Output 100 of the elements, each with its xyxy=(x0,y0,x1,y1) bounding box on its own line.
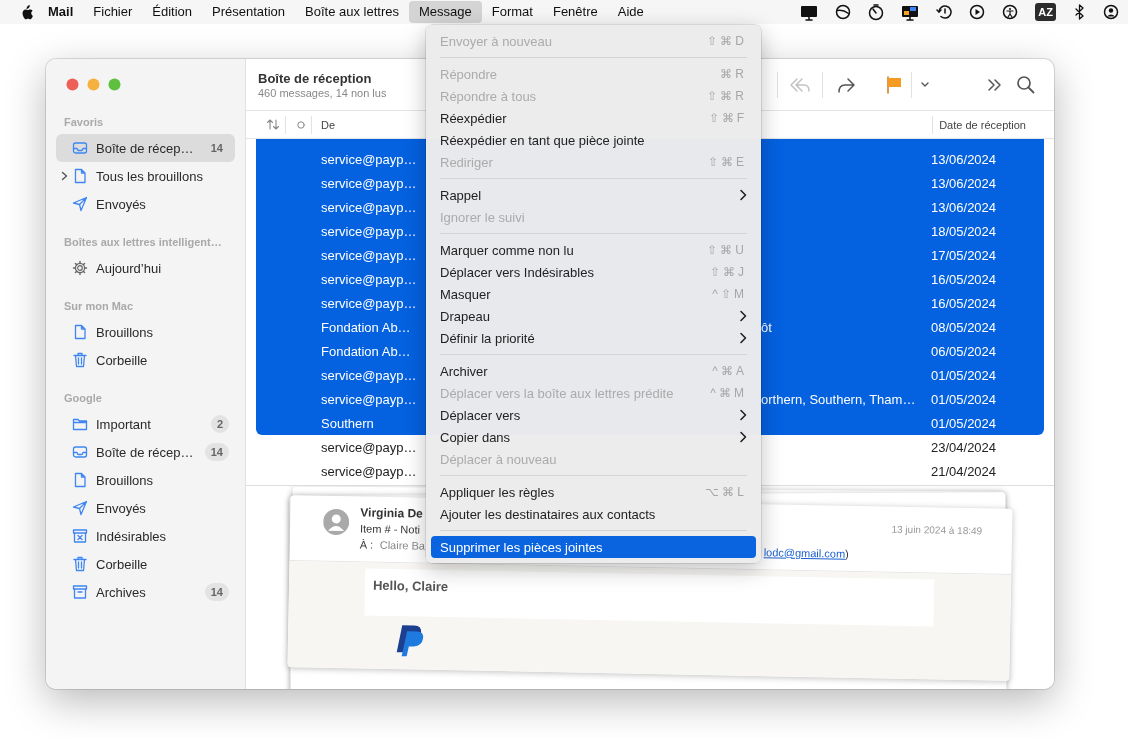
menu-item[interactable]: Réexpédier en tant que pièce jointe xyxy=(431,129,756,151)
timer-icon[interactable] xyxy=(868,3,885,21)
unread-count: 2 xyxy=(210,415,229,433)
sidebar-item[interactable]: Brouillons xyxy=(56,466,235,494)
date-cell: 21/04/2024 xyxy=(931,463,997,479)
sidebar-item[interactable]: Important 2 xyxy=(56,410,235,438)
menu-title[interactable]: Fichier xyxy=(83,1,143,23)
sidebar-item[interactable]: Envoyés xyxy=(56,190,235,218)
sender-cell: service@payp… xyxy=(321,247,417,263)
date-cell: 23/04/2024 xyxy=(931,439,997,455)
document-icon xyxy=(72,168,88,184)
apple-icon[interactable] xyxy=(20,3,34,21)
sidebar-item[interactable]: Archives 14 xyxy=(56,578,235,606)
unread-column-icon[interactable] xyxy=(297,120,305,129)
menu-item[interactable]: Drapeau xyxy=(431,305,756,327)
menu-item: Envoyer à nouveau ⇧⌘D xyxy=(439,32,748,51)
date-cell: 13/06/2024 xyxy=(931,175,997,191)
menu-item[interactable]: Appliquer les règles ⌥⌘L xyxy=(431,481,756,503)
menu-title[interactable]: Message xyxy=(409,1,482,23)
sidebar-item[interactable]: Brouillons xyxy=(56,318,235,346)
sidebar-item[interactable]: Aujourd’hui xyxy=(56,254,235,282)
date-cell: 01/05/2024 xyxy=(931,415,997,431)
menu-item: Déplacer vers la boîte aux lettres prédite ^⌘M xyxy=(439,384,748,403)
menu-item: Déplacer à nouveau xyxy=(439,450,558,469)
keyboard-shortcut: ⇧⌘J xyxy=(710,265,747,279)
menu-item[interactable]: Archiver ^⌘A xyxy=(431,360,756,382)
menu-item: Répondre ⌘R xyxy=(439,65,748,84)
menu-title[interactable]: Aide xyxy=(607,1,654,23)
sidebar-item[interactable]: Indésirables xyxy=(56,522,235,550)
keyboard-shortcut: ⇧⌘D xyxy=(707,34,747,48)
menu-title[interactable]: Édition xyxy=(142,1,203,23)
menu-title[interactable]: Présentation xyxy=(202,1,296,23)
keyboard-shortcut: ⌥⌘L xyxy=(705,485,747,499)
sender-cell: service@payp… xyxy=(321,199,417,215)
menu-item[interactable]: Masquer ^⇧M xyxy=(431,283,756,305)
column-header[interactable]: Date de réception xyxy=(939,118,1026,131)
sender-cell: Fondation Ab… xyxy=(321,343,411,359)
sender-cell: Southern xyxy=(321,415,374,431)
menu-item[interactable]: Supprimer les pièces jointes xyxy=(431,536,756,558)
recipient-name: Claire Ba xyxy=(379,538,426,552)
section-header: Sur mon Mac xyxy=(64,299,135,314)
keyboard-shortcut: ⇧⌘F xyxy=(708,111,747,125)
menu-item[interactable]: Marquer comme non lu ⇧⌘U xyxy=(431,239,756,261)
message-count: 460 messages, 14 non lus xyxy=(258,86,387,99)
chevron-icon[interactable] xyxy=(60,171,69,181)
message-subject: Item # - Noti xyxy=(359,521,421,538)
search-icon[interactable] xyxy=(1016,75,1035,94)
user-icon[interactable] xyxy=(1103,4,1119,20)
sidebar-item[interactable]: Corbeille xyxy=(56,346,235,374)
sort-icon[interactable] xyxy=(266,118,280,131)
greeting-text: Hello, Claire xyxy=(364,568,935,627)
display-icon[interactable] xyxy=(800,3,819,21)
folder-icon xyxy=(72,416,88,432)
sidebar-item[interactable]: Boîte de récep… 14 xyxy=(56,438,235,466)
date-cell: 01/05/2024 xyxy=(931,391,997,407)
paper-plane-icon xyxy=(72,500,88,516)
keyboard-shortcut: ⌘R xyxy=(720,67,747,81)
column-header[interactable]: De xyxy=(321,118,336,131)
sidebar-item[interactable]: Corbeille xyxy=(56,550,235,578)
mailbox-title: Boîte de réception xyxy=(258,70,372,86)
keyboard-shortcut: ^⇧M xyxy=(712,287,747,301)
date-cell: 01/05/2024 xyxy=(931,367,997,383)
subject-cell: ôt xyxy=(761,319,772,335)
message-date: 13 juin 2024 à 18:49 xyxy=(891,523,983,537)
history-icon[interactable] xyxy=(936,4,953,20)
close-button[interactable] xyxy=(66,78,79,91)
circle-icon[interactable] xyxy=(835,4,852,20)
menu-item[interactable]: Déplacer vers Indésirables ⇧⌘J xyxy=(431,261,756,283)
gear-icon xyxy=(72,260,88,276)
menu-item[interactable]: Ajouter les destinataires aux contacts xyxy=(431,503,756,525)
sender-cell: Fondation Ab… xyxy=(321,319,411,335)
menu-item[interactable]: Réexpédier ⇧⌘F xyxy=(431,107,756,129)
subject-cell: orthern, Southern, Tham… xyxy=(761,391,916,407)
menu-item[interactable]: Copier dans xyxy=(431,426,756,448)
date-cell: 16/05/2024 xyxy=(931,295,997,311)
bluetooth-icon[interactable] xyxy=(1073,4,1086,20)
date-cell: 08/05/2024 xyxy=(931,319,997,335)
date-cell: 17/05/2024 xyxy=(931,247,997,263)
screen-icon[interactable] xyxy=(901,3,920,21)
menu-title[interactable]: Format xyxy=(481,1,543,23)
menu-item[interactable]: Rappel xyxy=(431,184,756,206)
app-menu[interactable]: Mail xyxy=(34,1,84,23)
accessibility-icon[interactable] xyxy=(1002,4,1019,20)
play-icon[interactable] xyxy=(969,4,986,20)
date-cell: 18/05/2024 xyxy=(931,223,997,239)
sidebar-item[interactable]: Envoyés xyxy=(56,494,235,522)
sidebar-item[interactable]: Boîte de récep… 14 xyxy=(56,134,235,162)
sidebar-item[interactable]: Tous les brouillons xyxy=(56,162,235,190)
unread-count: 14 xyxy=(204,583,229,601)
menu-item[interactable]: Définir la priorité xyxy=(431,327,756,349)
menu-item: Ignorer le suivi xyxy=(439,208,526,227)
menu-title[interactable]: Boîte aux lettres xyxy=(295,1,409,23)
keyboard-shortcut: ^⌘M xyxy=(710,386,747,400)
closing-paren: ) xyxy=(845,546,849,562)
paper-plane-icon xyxy=(72,196,88,212)
recipient-label: À : xyxy=(359,537,375,553)
menu-item: Répondre à tous ⇧⌘R xyxy=(439,87,748,106)
keyboard-layout[interactable]: AZ xyxy=(1035,3,1056,21)
menu-title[interactable]: Fenêtre xyxy=(542,1,608,23)
menu-item[interactable]: Déplacer vers xyxy=(431,404,756,426)
